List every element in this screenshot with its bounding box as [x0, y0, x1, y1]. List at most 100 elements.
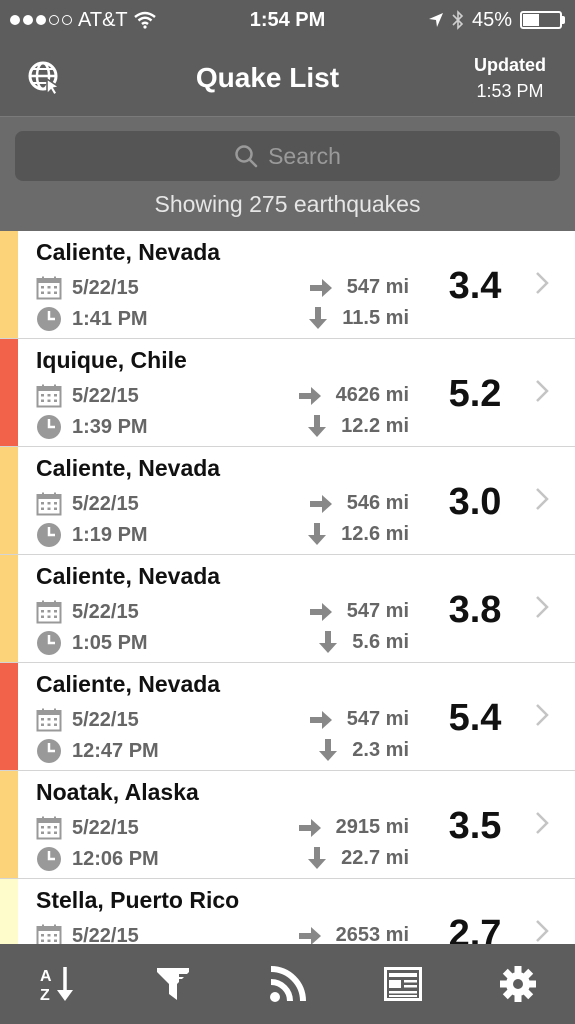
quake-row[interactable]: Caliente, Nevada 5/22/15 12:47 PM 547 mi…	[0, 663, 575, 771]
quake-magnitude: 3.0	[448, 481, 502, 523]
quake-depth: 11.5 mi	[308, 306, 409, 330]
arrow-down-icon	[319, 739, 338, 761]
quake-row[interactable]: Iquique, Chile 5/22/15 1:39 PM 4626 mi 1…	[0, 339, 575, 447]
chevron-right-icon	[536, 596, 549, 618]
quake-distance-text: 546 mi	[346, 492, 409, 514]
svg-text:Z: Z	[40, 987, 50, 1004]
status-right: 45%	[365, 9, 565, 32]
quake-distance: 547 mi	[309, 276, 409, 299]
clock-icon	[37, 847, 61, 871]
quake-time-text: 12:06 PM	[72, 847, 159, 870]
sort-az-icon: A Z	[40, 967, 73, 1004]
quake-distance-text: 2653 mi	[335, 924, 409, 944]
quake-magnitude: 2.7	[448, 913, 502, 944]
calendar-icon	[36, 924, 62, 944]
quake-date-text: 5/22/15	[72, 492, 139, 515]
clock-icon	[37, 631, 61, 655]
quake-date: 5/22/15	[36, 816, 139, 840]
wifi-icon	[133, 11, 156, 29]
quake-depth-text: 5.6 mi	[352, 630, 409, 653]
arrow-right-icon	[309, 278, 332, 297]
quake-depth-text: 2.3 mi	[352, 738, 409, 761]
quake-place: Stella, Puerto Rico	[36, 887, 240, 913]
quake-distance-text: 4626 mi	[335, 384, 409, 406]
clock-icon	[37, 739, 61, 763]
quake-place: Caliente, Nevada	[36, 455, 221, 481]
quake-row[interactable]: Noatak, Alaska 5/22/15 12:06 PM 2915 mi …	[0, 771, 575, 879]
chevron-right-icon	[536, 488, 549, 510]
severity-bar	[0, 663, 18, 770]
quake-date: 5/22/15	[36, 492, 139, 516]
quake-magnitude: 5.4	[448, 697, 502, 739]
tab-news[interactable]	[363, 944, 443, 1024]
arrow-right-icon	[298, 926, 321, 944]
map-view-button[interactable]	[0, 40, 90, 116]
tab-settings[interactable]	[478, 944, 558, 1024]
quake-place: Noatak, Alaska	[36, 779, 199, 805]
arrow-down-icon	[308, 847, 327, 869]
severity-bar	[0, 555, 18, 662]
quake-depth: 12.6 mi	[307, 522, 409, 546]
quake-place: Caliente, Nevada	[36, 671, 221, 697]
quake-depth: 2.3 mi	[318, 738, 409, 762]
search-area: Search Showing 275 earthquakes	[0, 116, 575, 231]
arrow-down-icon	[308, 415, 327, 437]
arrow-down-icon	[309, 307, 328, 329]
quake-place: Iquique, Chile	[36, 347, 187, 373]
quake-distance: 547 mi	[309, 600, 409, 623]
quake-date-text: 5/22/15	[72, 600, 139, 623]
quake-distance-text: 547 mi	[346, 708, 409, 730]
arrow-right-icon	[298, 386, 321, 405]
severity-bar	[0, 339, 18, 446]
severity-bar	[0, 231, 18, 338]
quake-time-text: 1:19 PM	[72, 523, 148, 546]
chevron-right-icon	[536, 920, 549, 942]
quake-list: Caliente, Nevada 5/22/15 1:41 PM 547 mi …	[0, 231, 575, 944]
quake-distance: 547 mi	[309, 708, 409, 731]
search-placeholder: Search	[268, 142, 341, 169]
page-title: Quake List	[195, 62, 340, 93]
calendar-icon	[36, 816, 62, 840]
battery-icon	[520, 11, 562, 29]
quake-distance-text: 547 mi	[346, 600, 409, 622]
arrow-right-icon	[309, 710, 332, 729]
tab-sort[interactable]: A Z	[18, 944, 98, 1024]
news-icon	[383, 967, 422, 1001]
arrow-down-icon	[319, 631, 338, 653]
quake-date-text: 5/22/15	[72, 708, 139, 731]
quake-date: 5/22/15	[36, 924, 139, 944]
quake-place: Caliente, Nevada	[36, 563, 221, 589]
quake-depth: 12.2 mi	[307, 414, 409, 438]
arrow-down-icon	[308, 523, 327, 545]
quake-time-text: 12:47 PM	[72, 739, 159, 762]
search-input[interactable]: Search	[15, 131, 560, 181]
battery-fill	[523, 14, 540, 26]
quake-row[interactable]: Caliente, Nevada 5/22/15 1:19 PM 546 mi …	[0, 447, 575, 555]
quake-date-text: 5/22/15	[72, 384, 139, 407]
quake-time: 1:41 PM	[36, 306, 148, 332]
quake-distance-text: 547 mi	[346, 276, 409, 298]
svg-text:A: A	[40, 968, 52, 985]
calendar-icon	[36, 276, 62, 300]
gear-icon	[499, 966, 536, 1002]
quake-date-text: 5/22/15	[72, 924, 139, 945]
quake-time-text: 1:39 PM	[72, 415, 148, 438]
arrow-right-icon	[309, 602, 332, 621]
quake-date: 5/22/15	[36, 276, 139, 300]
quake-row[interactable]: Caliente, Nevada 5/22/15 1:05 PM 547 mi …	[0, 555, 575, 663]
tab-feeds[interactable]	[248, 944, 328, 1024]
clock-icon	[37, 523, 61, 547]
quake-date: 5/22/15	[36, 600, 139, 624]
tab-filter[interactable]	[133, 944, 213, 1024]
quake-depth: 22.7 mi	[307, 846, 409, 870]
chevron-right-icon	[536, 272, 549, 294]
quake-row[interactable]: Stella, Puerto Rico 5/22/15 2653 mi 2.7	[0, 879, 575, 944]
chevron-right-icon	[536, 812, 549, 834]
quake-depth-text: 12.6 mi	[341, 522, 409, 545]
quake-time: 12:06 PM	[36, 846, 159, 872]
quake-date-text: 5/22/15	[72, 816, 139, 839]
quake-row[interactable]: Caliente, Nevada 5/22/15 1:41 PM 547 mi …	[0, 231, 575, 339]
updated-label: Updated	[474, 55, 546, 75]
severity-bar	[0, 771, 18, 878]
quake-time: 1:39 PM	[36, 414, 148, 440]
